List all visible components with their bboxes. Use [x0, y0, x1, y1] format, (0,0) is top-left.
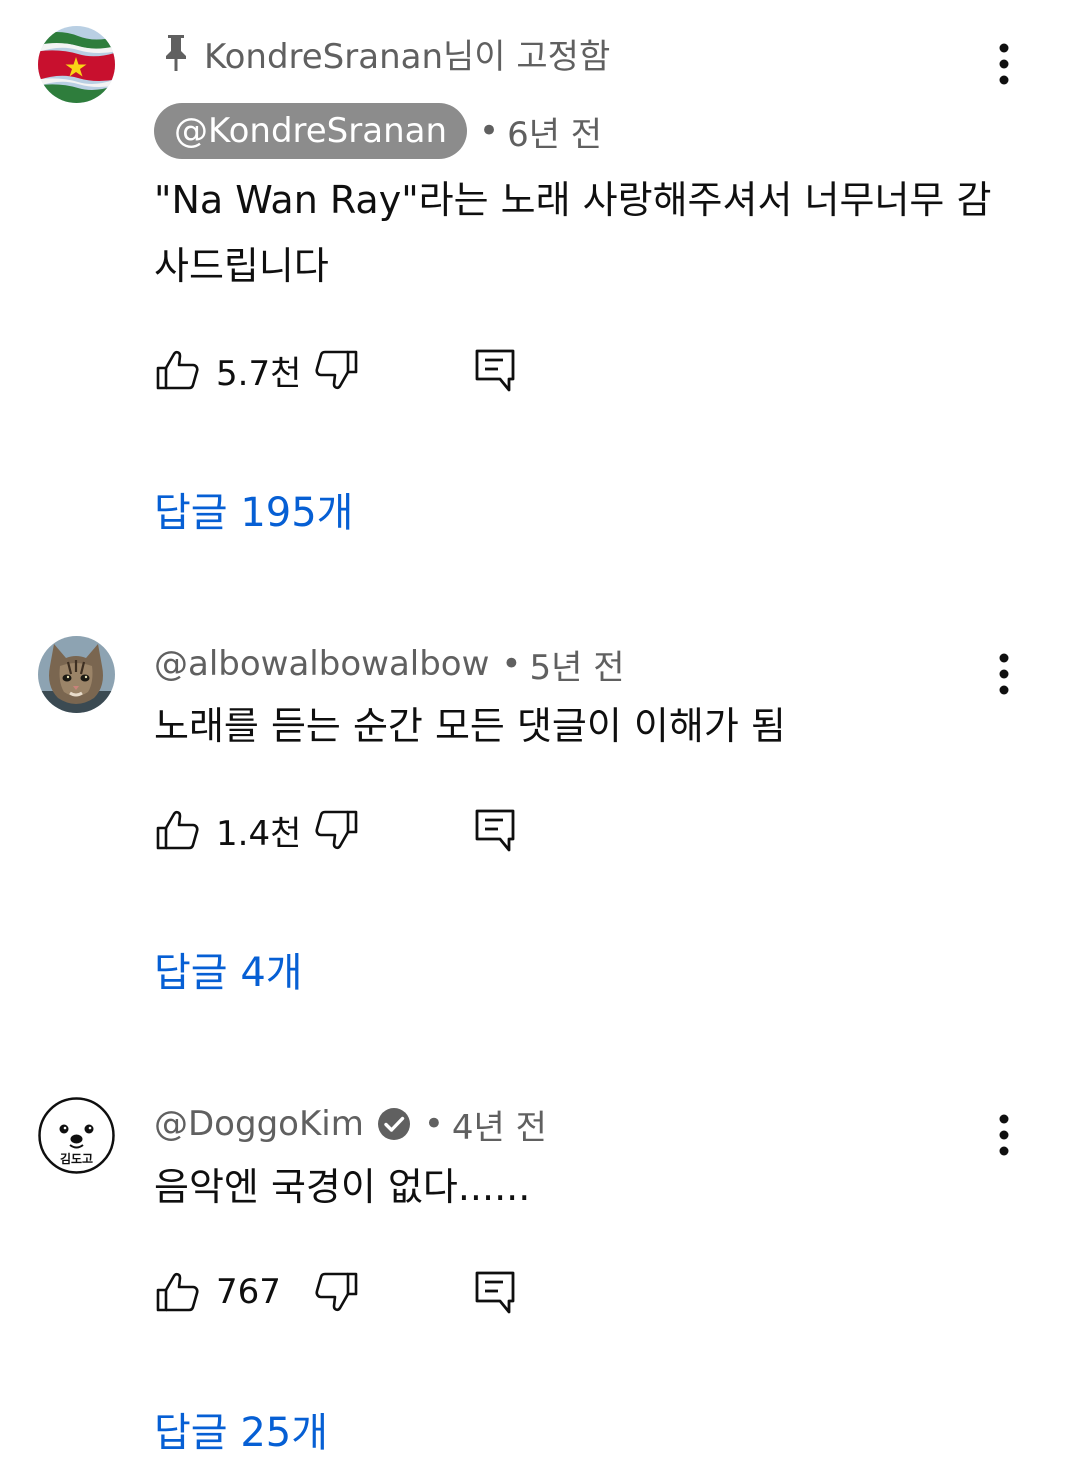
separator-dot: •: [423, 1104, 444, 1144]
comment-actions: 767: [154, 1264, 520, 1320]
like-count: 767: [216, 1272, 281, 1312]
like-button[interactable]: 767: [154, 1268, 312, 1316]
thumbs-down-icon: [315, 1272, 358, 1312]
replies-link[interactable]: 답글 25개: [154, 1400, 328, 1458]
avatar-text: 김도고: [60, 1151, 93, 1166]
dislike-button[interactable]: [312, 1268, 360, 1316]
author-handle[interactable]: @DoggoKim: [154, 1104, 364, 1144]
comment-menu-button[interactable]: [982, 1107, 1026, 1163]
avatar[interactable]: 김도고: [38, 1097, 115, 1174]
verified-check-icon: [376, 1106, 412, 1142]
comment-reply-icon: [475, 1271, 515, 1314]
more-vert-icon: [999, 1114, 1009, 1156]
reply-button[interactable]: [472, 1268, 520, 1316]
comment-text: 음악엔 국경이 없다......: [154, 1165, 531, 1209]
comment-thread: 김도고 @DoggoKim • 4년 전 음악엔 국경이 없다...... 76…: [0, 0, 1080, 1479]
comment-time[interactable]: 4년 전: [452, 1100, 547, 1149]
thumbs-up-icon: [156, 1272, 199, 1312]
dog-face-avatar: 김도고: [38, 1097, 115, 1174]
comment-header: @DoggoKim • 4년 전: [154, 1096, 547, 1152]
